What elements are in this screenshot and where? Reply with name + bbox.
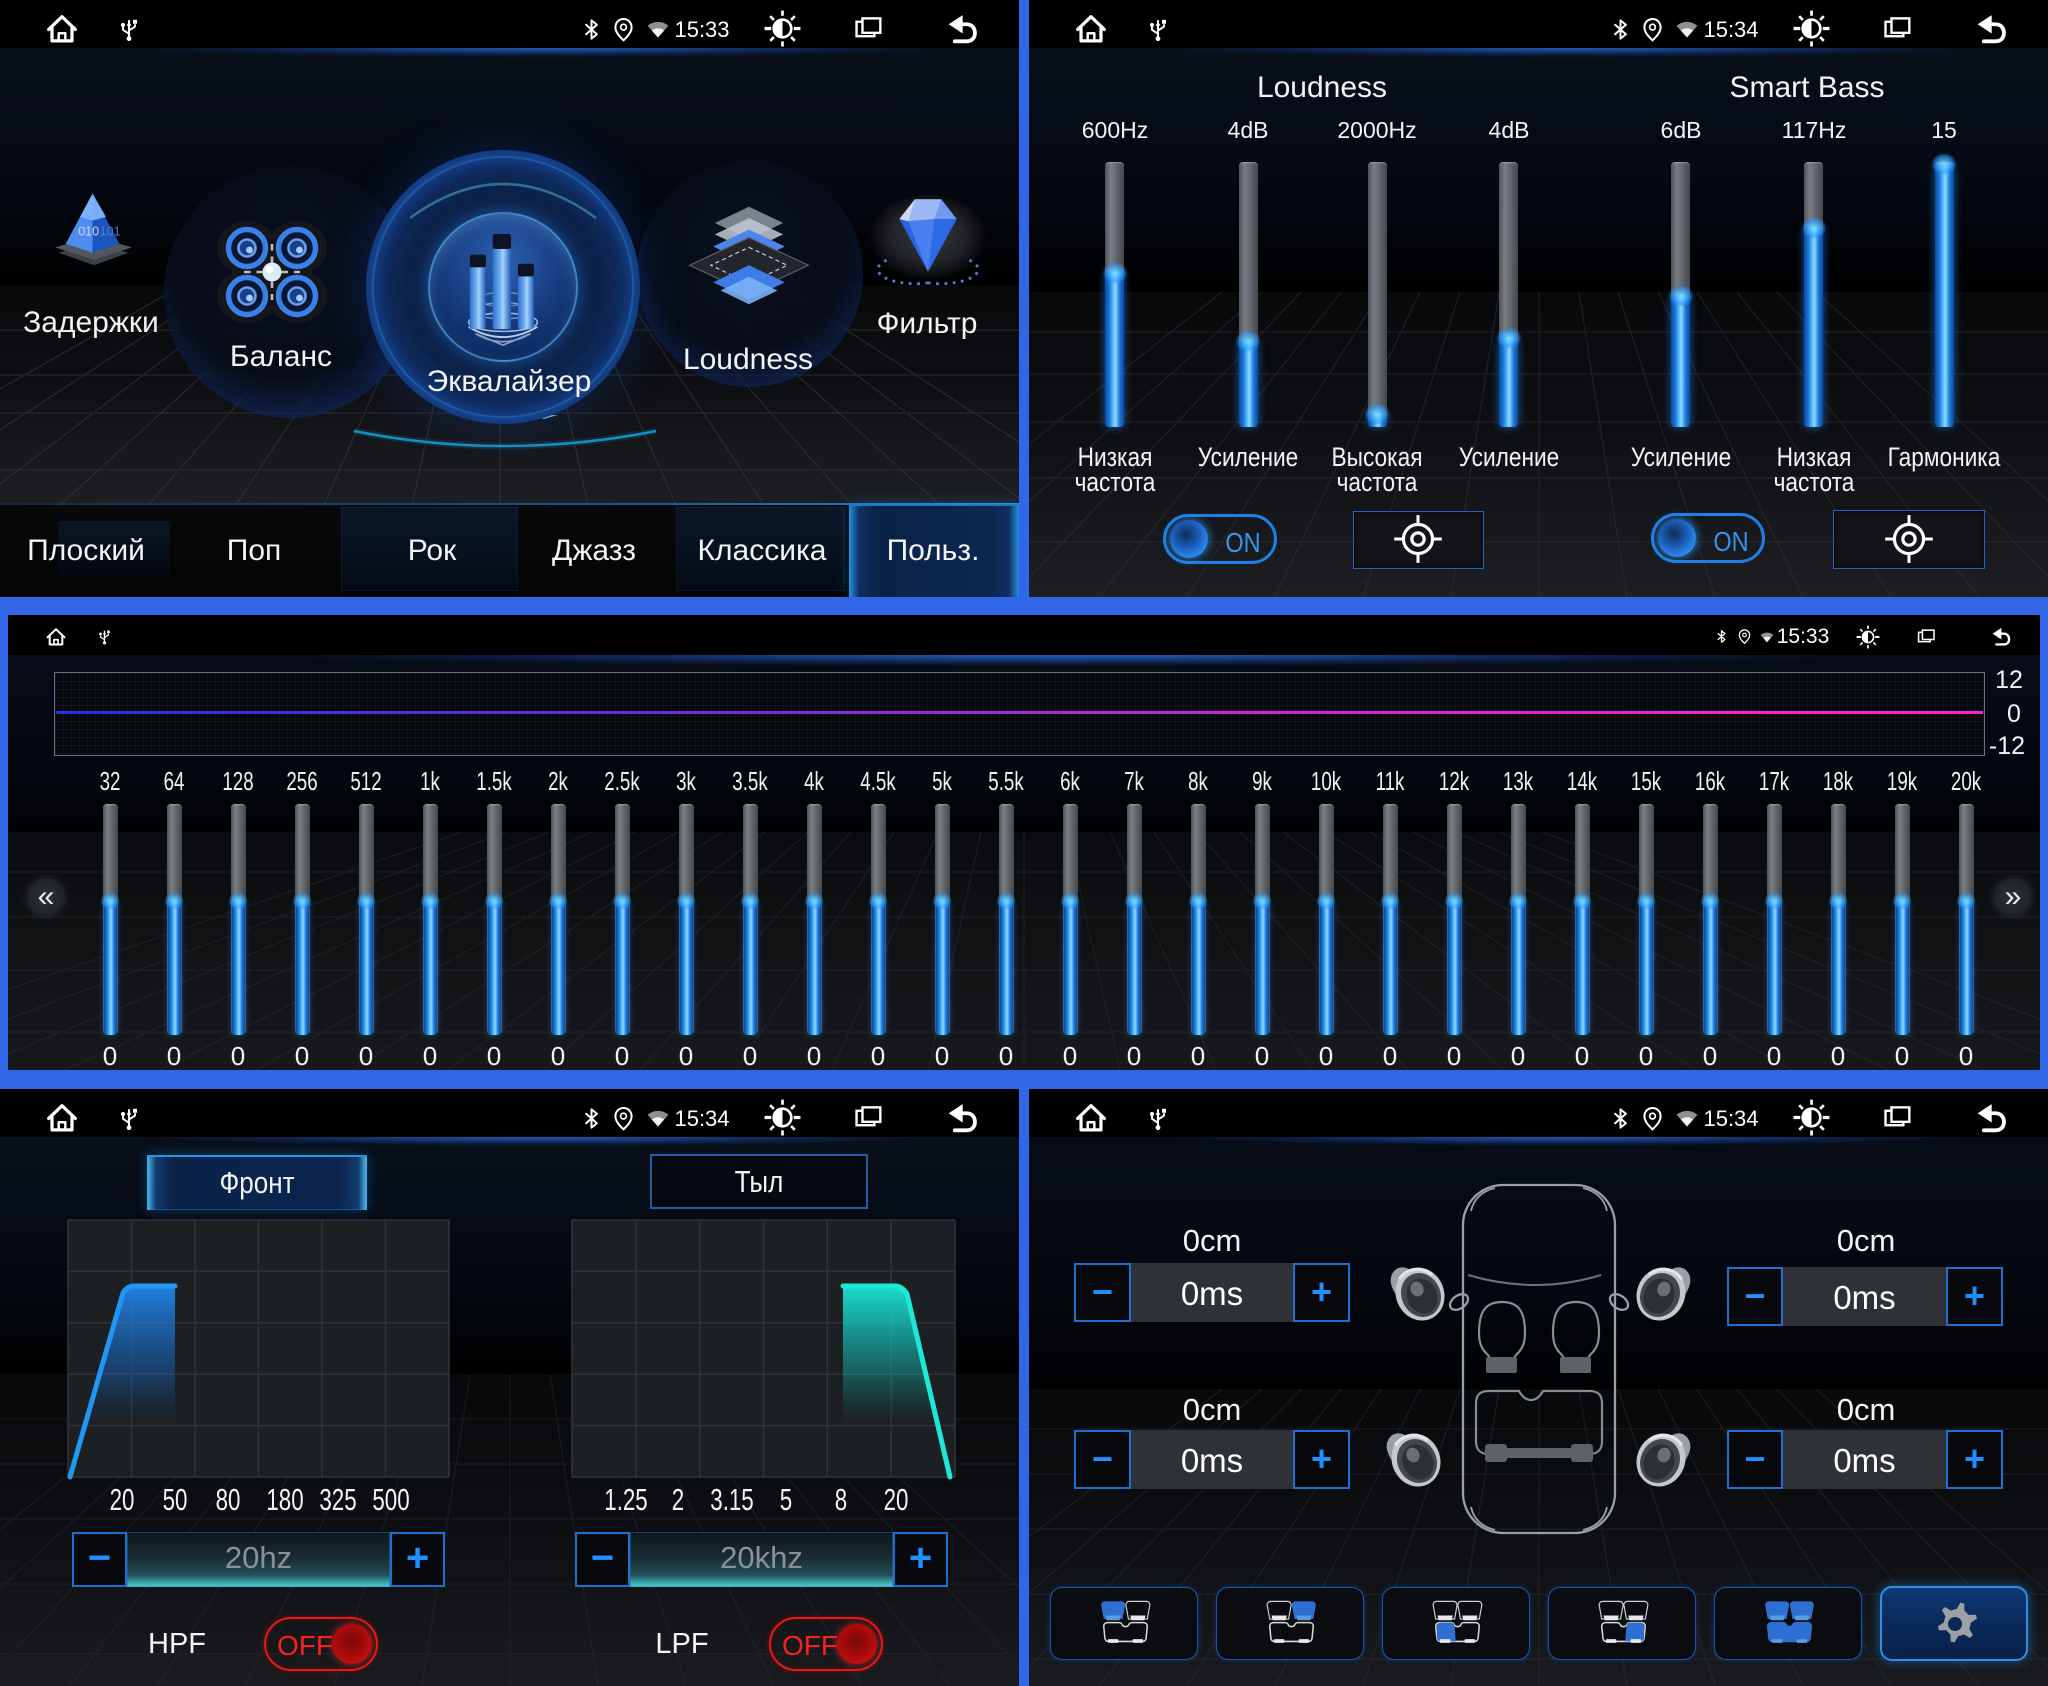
svg-text:010: 010	[78, 225, 99, 239]
svg-text:101: 101	[100, 225, 121, 239]
